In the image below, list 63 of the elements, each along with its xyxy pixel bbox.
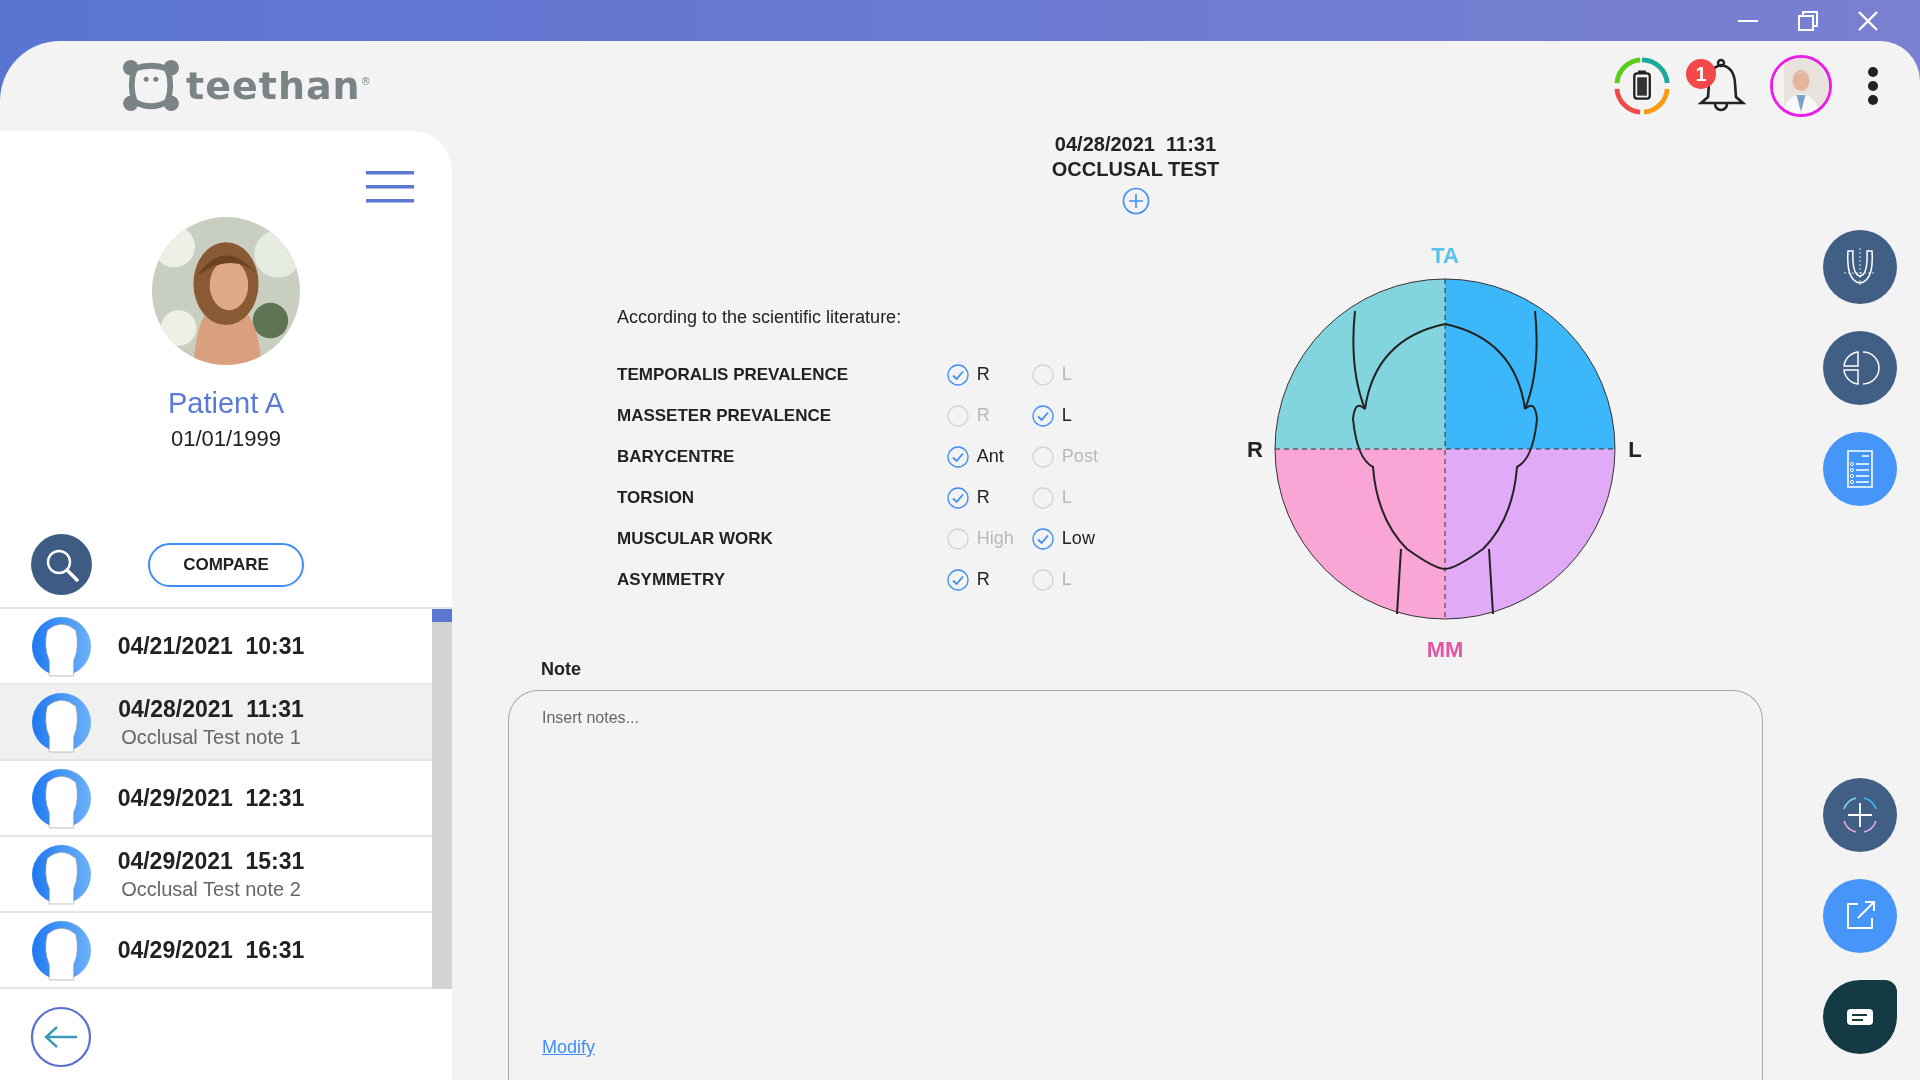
finding-label: MUSCULAR WORK bbox=[617, 528, 774, 549]
head-icon bbox=[31, 919, 92, 981]
head-icon bbox=[31, 843, 92, 905]
session-date: 04/21/2021 10:31 bbox=[117, 632, 305, 660]
mascot-logo-icon bbox=[120, 59, 182, 113]
more-icon[interactable] bbox=[1866, 66, 1880, 106]
head-icon bbox=[31, 615, 92, 677]
compare-button[interactable]: COMPARE bbox=[148, 542, 304, 587]
checkbox[interactable] bbox=[946, 363, 969, 386]
avatar-frame[interactable] bbox=[1770, 55, 1832, 117]
session-date: 04/29/2021 15:31 bbox=[117, 847, 305, 875]
option-label: Post bbox=[1061, 446, 1098, 467]
head-icon bbox=[31, 767, 92, 829]
finding-label: TEMPORALIS PREVALENCE bbox=[617, 364, 850, 385]
session-date: 04/28/2021 11:31 bbox=[118, 695, 304, 723]
option-label: R bbox=[976, 487, 990, 508]
test-date: 04/28/2021 11:31 bbox=[1054, 133, 1217, 156]
intro-text: According to the scientific literature: bbox=[617, 307, 903, 328]
option-label: L bbox=[1061, 405, 1072, 426]
option-label: R bbox=[976, 405, 990, 426]
finding-label: MASSETER PREVALENCE bbox=[617, 405, 833, 426]
option-label: R bbox=[976, 364, 990, 385]
restore-icon[interactable] bbox=[1796, 8, 1820, 33]
head-icon bbox=[31, 691, 92, 753]
checkbox[interactable] bbox=[946, 486, 969, 509]
session-note: Occlusal Test note 1 bbox=[121, 725, 301, 749]
option-label: Low bbox=[1061, 528, 1095, 549]
session-item[interactable]: 04/28/2021 11:31 Occlusal Test note 1 bbox=[0, 685, 432, 761]
checkbox[interactable] bbox=[1031, 527, 1054, 550]
checkbox[interactable] bbox=[946, 568, 969, 591]
patient-name: Patient A bbox=[166, 387, 286, 420]
checkbox[interactable] bbox=[946, 445, 969, 468]
diagram-label: L bbox=[1628, 437, 1642, 462]
checkbox[interactable] bbox=[1031, 404, 1054, 427]
diagram-label: MM bbox=[1426, 637, 1464, 662]
session-date: 04/29/2021 12:31 bbox=[117, 784, 305, 812]
option-label: L bbox=[1061, 364, 1072, 385]
test-title: OCCLUSAL TEST bbox=[1051, 158, 1220, 181]
finding-label: BARYCENTRE bbox=[617, 446, 736, 467]
add-icon[interactable] bbox=[1121, 187, 1150, 215]
menu-icon[interactable] bbox=[366, 171, 414, 203]
patient-birthdate: 01/01/1999 bbox=[169, 426, 283, 452]
option-label: L bbox=[1061, 487, 1072, 508]
diagram-label: R bbox=[1247, 437, 1263, 462]
option-label: High bbox=[976, 528, 1014, 549]
battery-icon[interactable] bbox=[1614, 57, 1672, 115]
note-label: Note bbox=[541, 659, 581, 680]
notification-badge: 1 bbox=[1686, 59, 1716, 89]
search-icon bbox=[44, 547, 79, 582]
scrollbar-track[interactable] bbox=[432, 609, 452, 989]
scrollbar-thumb[interactable] bbox=[432, 609, 452, 622]
option-label: L bbox=[1061, 569, 1072, 590]
diagram-label: TA bbox=[1431, 243, 1459, 268]
logo-text: teethan$^{®}$ bbox=[186, 64, 372, 108]
back-button[interactable] bbox=[30, 1006, 92, 1068]
finding-label: TORSION bbox=[617, 487, 696, 508]
close-icon[interactable] bbox=[1856, 8, 1880, 33]
session-note: Occlusal Test note 2 bbox=[121, 877, 301, 901]
option-label: Ant bbox=[976, 446, 1004, 467]
session-date: 04/29/2021 16:31 bbox=[117, 936, 305, 964]
finding-label: ASYMMETRY bbox=[617, 569, 726, 590]
option-label: R bbox=[976, 569, 990, 590]
search-button[interactable] bbox=[31, 534, 92, 595]
